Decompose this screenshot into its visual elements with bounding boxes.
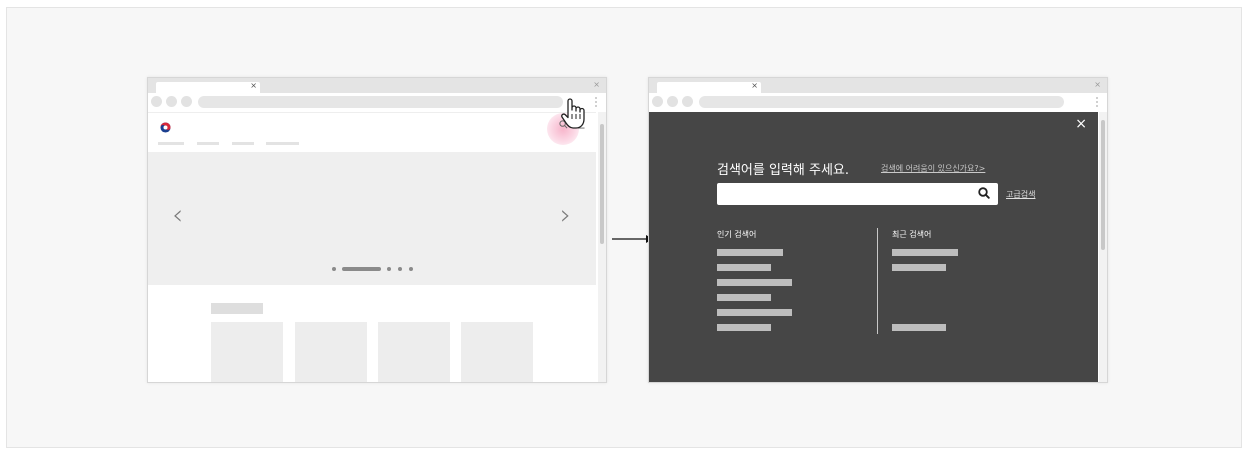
hero-banner: ‹ › [148, 152, 596, 285]
tab-bar: × × [148, 78, 606, 93]
popular-searches-title: 인기 검색어 [717, 230, 757, 239]
browser-toolbar [148, 93, 606, 112]
browser-window-main-page: × × ‹ › [147, 77, 607, 383]
search-overlay: × 검색어를 입력해 주세요. 검색에 어려움이 있으신가요?> 고급검색 인기… [649, 112, 1098, 382]
diagram-frame: × × ‹ › × × × 검색어를 입력해 주세요. 검색에 어려움이 있으신… [6, 7, 1242, 448]
browser-menu-icon[interactable] [595, 97, 597, 107]
recent-searches-title: 최근 검색어 [892, 230, 932, 239]
window-close-icon[interactable]: × [1094, 79, 1101, 91]
chevron-right-icon[interactable]: › [560, 200, 571, 230]
search-help-link[interactable]: 검색에 어려움이 있으신가요?> [881, 163, 985, 174]
nav-menu-item[interactable] [197, 142, 219, 145]
section-heading-placeholder [211, 303, 263, 314]
scrollbar-thumb[interactable] [600, 124, 604, 244]
browser-window-search-overlay: × × × 검색어를 입력해 주세요. 검색에 어려움이 있으신가요?> 고급검… [648, 77, 1108, 383]
column-divider [877, 228, 878, 334]
tab-close-icon[interactable]: × [250, 80, 257, 92]
pagination-dot[interactable] [332, 267, 336, 271]
tab-bar: × × [649, 78, 1107, 93]
search-input[interactable] [717, 183, 998, 205]
scrollbar-thumb[interactable] [1101, 120, 1105, 250]
popular-term[interactable] [717, 324, 771, 331]
back-button[interactable] [652, 96, 663, 107]
recent-term[interactable] [892, 264, 946, 271]
pagination-active[interactable] [342, 267, 381, 271]
scrollbar[interactable] [1099, 112, 1107, 382]
popular-term[interactable] [717, 294, 771, 301]
tab-close-icon[interactable]: × [751, 80, 758, 92]
nav-menu-item[interactable] [266, 142, 299, 145]
address-bar[interactable] [699, 96, 1064, 108]
window-close-icon[interactable]: × [593, 79, 600, 91]
site-header [148, 112, 596, 153]
nav-menu-item[interactable] [158, 142, 184, 145]
content-card[interactable] [211, 322, 283, 382]
browser-tab[interactable]: × [156, 80, 260, 93]
pointer-hand-icon [561, 98, 585, 129]
refresh-button[interactable] [181, 96, 192, 107]
address-bar[interactable] [198, 96, 563, 108]
popular-term[interactable] [717, 279, 792, 286]
content-card[interactable] [295, 322, 367, 382]
government-logo-icon[interactable] [160, 122, 171, 133]
overlay-close-icon[interactable]: × [1075, 117, 1087, 131]
browser-tab[interactable]: × [657, 80, 761, 93]
popular-term[interactable] [717, 309, 792, 316]
search-prompt: 검색어를 입력해 주세요. [717, 163, 849, 178]
refresh-button[interactable] [682, 96, 693, 107]
scrollbar[interactable] [598, 112, 606, 382]
forward-button[interactable] [166, 96, 177, 107]
back-button[interactable] [151, 96, 162, 107]
pagination-dot[interactable] [387, 267, 391, 271]
recent-term[interactable] [892, 324, 946, 331]
advanced-search-link[interactable]: 고급검색 [1006, 189, 1035, 200]
search-icon[interactable] [977, 186, 991, 200]
browser-menu-icon[interactable] [1096, 97, 1098, 107]
pagination-dot[interactable] [409, 267, 413, 271]
forward-button[interactable] [667, 96, 678, 107]
popular-term[interactable] [717, 264, 771, 271]
popular-term[interactable] [717, 249, 783, 256]
content-card[interactable] [378, 322, 450, 382]
content-card[interactable] [461, 322, 533, 382]
nav-menu-item[interactable] [232, 142, 254, 145]
chevron-left-icon[interactable]: ‹ [172, 200, 183, 230]
pagination-dot[interactable] [398, 267, 402, 271]
browser-toolbar [649, 93, 1107, 112]
recent-term[interactable] [892, 249, 958, 256]
